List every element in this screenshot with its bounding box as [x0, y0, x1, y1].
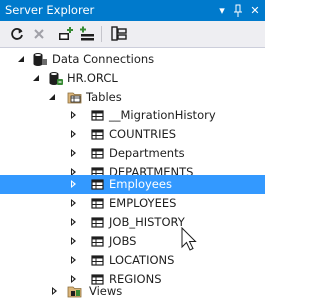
- tree-node-table[interactable]: Departments: [0, 144, 265, 163]
- database-connection-icon: [48, 71, 64, 86]
- connect-to-server-icon[interactable]: [78, 25, 96, 43]
- tree-node-table[interactable]: JOBS: [0, 232, 265, 251]
- tree-node-label: Departments: [109, 146, 185, 160]
- sharepoint-icon[interactable]: [110, 25, 128, 43]
- expanded-arrow-icon[interactable]: [33, 75, 39, 81]
- tree-node-views[interactable]: Views: [0, 282, 265, 300]
- collapsed-arrow-icon[interactable]: [71, 180, 76, 188]
- tree-node-table-selected[interactable]: Employees: [0, 175, 265, 194]
- tree-node-table[interactable]: JOB_HISTORY: [0, 213, 265, 232]
- tree-node-table[interactable]: __MigrationHistory: [0, 106, 265, 125]
- table-icon: [90, 146, 106, 161]
- collapsed-arrow-icon[interactable]: [71, 149, 76, 157]
- collapsed-arrow-icon[interactable]: [71, 218, 76, 226]
- expanded-arrow-icon[interactable]: [18, 56, 24, 62]
- tree-node-tables[interactable]: Tables: [0, 88, 265, 107]
- expanded-arrow-icon[interactable]: [49, 94, 55, 100]
- folder-icon: [67, 90, 83, 105]
- tree-node-hr-orcl[interactable]: HR.ORCL: [0, 69, 265, 88]
- tree-node-label: HR.ORCL: [67, 71, 118, 85]
- tree-node-label: LOCATIONS: [109, 253, 175, 267]
- table-icon: [90, 127, 106, 142]
- database-icon: [32, 52, 48, 67]
- tree-node-label: Tables: [86, 90, 122, 104]
- table-icon: [90, 253, 106, 268]
- connect-to-database-icon[interactable]: [57, 25, 75, 43]
- collapsed-arrow-icon[interactable]: [71, 130, 76, 138]
- close-panel-icon[interactable]: ✕: [248, 3, 262, 18]
- collapsed-arrow-icon[interactable]: [52, 287, 57, 295]
- collapsed-arrow-icon[interactable]: [71, 237, 76, 245]
- collapsed-arrow-icon[interactable]: [71, 199, 76, 207]
- tree-node-label: __MigrationHistory: [109, 108, 216, 122]
- refresh-icon[interactable]: [8, 25, 26, 43]
- tree-node-label: COUNTRIES: [109, 127, 177, 141]
- tree-node-label: Data Connections: [52, 52, 155, 66]
- stop-refresh-close-icon[interactable]: [30, 25, 48, 43]
- server-explorer-tree: Data Connections HR.ORCL Tables __Migrat…: [0, 48, 265, 300]
- tree-node-label: Employees: [109, 177, 172, 191]
- collapsed-arrow-icon[interactable]: [71, 111, 76, 119]
- tree-node-label: Views: [89, 284, 123, 298]
- tree-node-table[interactable]: EMPLOYEES: [0, 194, 265, 213]
- server-explorer-panel: Server Explorer ▾ ✕ Data Connections HR.…: [0, 0, 265, 300]
- tree-node-label: JOBS: [109, 234, 137, 248]
- table-icon: [90, 108, 106, 123]
- tree-node-table[interactable]: LOCATIONS: [0, 251, 265, 270]
- toolbar-separator: [101, 26, 102, 42]
- table-icon: [90, 234, 106, 249]
- window-position-dropdown-icon[interactable]: ▾: [215, 3, 229, 18]
- auto-hide-pin-icon[interactable]: [231, 3, 245, 18]
- mouse-pointer-icon: [181, 226, 201, 255]
- collapsed-arrow-icon[interactable]: [71, 256, 76, 264]
- folder-icon: [67, 284, 83, 299]
- tree-node-table[interactable]: COUNTRIES: [0, 125, 265, 144]
- table-icon: [90, 177, 106, 192]
- table-icon: [90, 215, 106, 230]
- table-icon: [90, 196, 106, 211]
- toolbar: [0, 21, 265, 47]
- panel-title-bar[interactable]: Server Explorer ▾ ✕: [0, 0, 265, 21]
- tree-node-label: EMPLOYEES: [109, 196, 177, 210]
- panel-title: Server Explorer: [5, 3, 95, 17]
- tree-node-data-connections[interactable]: Data Connections: [0, 50, 265, 69]
- tree-node-label: JOB_HISTORY: [109, 215, 185, 229]
